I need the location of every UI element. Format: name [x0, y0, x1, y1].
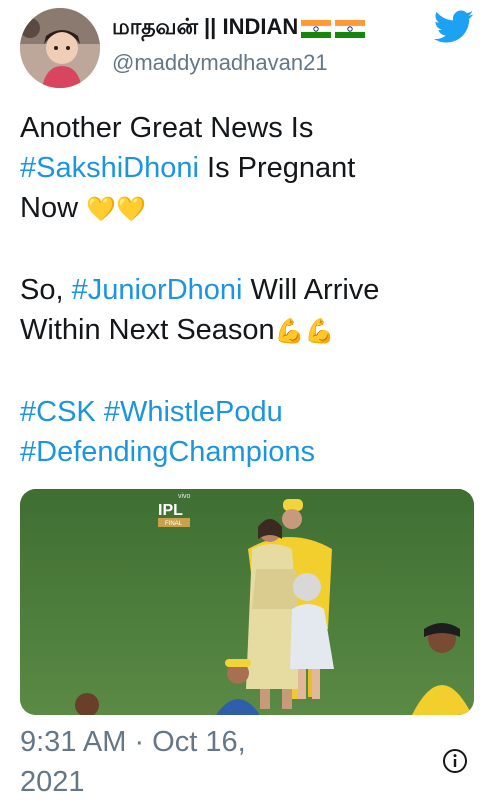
tweet-line: #CSK #WhistlePodu: [20, 392, 480, 432]
tweet-text: Another Great News Is #SakshiDhoni Is Pr…: [20, 108, 480, 472]
tweet-text-segment: Is Pregnant: [198, 152, 356, 184]
tweet-text-segment: Will Arrive: [242, 274, 380, 306]
tweet-line: Within Next Season💪💪: [20, 310, 480, 352]
tweet-text-segment: Within Next Season: [20, 314, 275, 346]
tweet-card: மாதவன் || INDIAN @maddymadhavan21 Anothe…: [0, 0, 498, 800]
ipl-final-photo: vivo IPL FINAL: [20, 489, 474, 715]
tweet-text-segment: Another Great News Is: [20, 112, 314, 144]
tweet-media-image[interactable]: vivo IPL FINAL: [20, 489, 474, 715]
hashtag-link[interactable]: #WhistlePodu: [104, 396, 283, 428]
ipl-logo-main: IPL: [158, 502, 183, 519]
avatar-photo: [20, 8, 100, 88]
yellow-heart-emoji: 💛💛: [86, 196, 146, 223]
hashtag-link[interactable]: #SakshiDhoni: [20, 152, 199, 184]
display-name-text: மாதவன் || INDIAN: [112, 14, 299, 39]
tweet-text-segment: So,: [20, 274, 72, 306]
tweet-line: Another Great News Is: [20, 108, 480, 148]
hashtag-link[interactable]: #DefendingChampions: [20, 436, 315, 468]
flexed-biceps-emoji: 💪💪: [274, 318, 335, 345]
tweet-line: #DefendingChampions: [20, 432, 480, 472]
twitter-bird-icon[interactable]: [434, 10, 474, 44]
tweet-timestamp[interactable]: 9:31 AM · Oct 16, 2021: [20, 722, 280, 800]
india-flag-icon: [334, 18, 366, 40]
hashtag-link[interactable]: #JuniorDhoni: [72, 274, 243, 306]
hashtag-link[interactable]: #CSK: [20, 396, 96, 428]
author-display-name[interactable]: மாதவன் || INDIAN: [112, 14, 366, 43]
author-handle[interactable]: @maddymadhavan21: [112, 50, 328, 76]
info-icon[interactable]: [442, 748, 468, 774]
tweet-line: #SakshiDhoni Is Pregnant: [20, 148, 480, 188]
tweet-line: So, #JuniorDhoni Will Arrive: [20, 270, 480, 310]
india-flag-icon: [300, 18, 332, 40]
avatar[interactable]: [20, 8, 100, 88]
tweet-text-segment: Now: [20, 192, 87, 224]
ipl-logo-sub: FINAL: [165, 521, 183, 527]
ipl-logo-top: vivo: [178, 493, 191, 500]
tweet-line: Now 💛💛: [20, 188, 480, 230]
